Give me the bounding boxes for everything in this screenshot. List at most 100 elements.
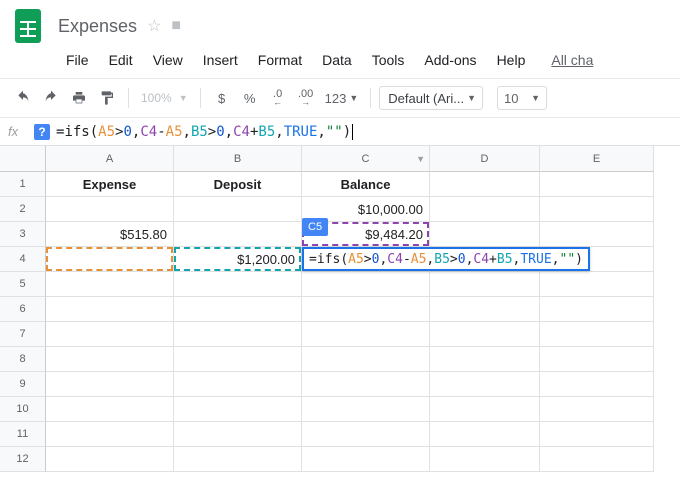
cell-D7[interactable]: [430, 322, 540, 347]
cell-C6[interactable]: [302, 297, 430, 322]
row-header-5[interactable]: 5: [0, 272, 46, 297]
menu-view[interactable]: View: [145, 50, 191, 70]
cell-E12[interactable]: [540, 447, 654, 472]
cell-D1[interactable]: [430, 172, 540, 197]
star-icon[interactable]: ☆: [147, 16, 161, 36]
cell-C11[interactable]: [302, 422, 430, 447]
cell-A5[interactable]: [46, 272, 174, 297]
row-header-7[interactable]: 7: [0, 322, 46, 347]
menu-file[interactable]: File: [58, 50, 97, 70]
fx-icon[interactable]: fx: [8, 124, 28, 139]
cell-C7[interactable]: [302, 322, 430, 347]
doc-title[interactable]: Expenses: [58, 16, 137, 37]
cell-D3[interactable]: [430, 222, 540, 247]
cell-E6[interactable]: [540, 297, 654, 322]
cell-B1[interactable]: Deposit: [174, 172, 302, 197]
row-header-11[interactable]: 11: [0, 422, 46, 447]
cell-E9[interactable]: [540, 372, 654, 397]
formula-help-icon[interactable]: ?: [34, 124, 50, 140]
cell-E5[interactable]: [540, 272, 654, 297]
cell-B7[interactable]: [174, 322, 302, 347]
cell-E3[interactable]: [540, 222, 654, 247]
chevron-down-icon[interactable]: ▼: [416, 154, 425, 164]
font-size-select[interactable]: 10▼: [497, 86, 547, 110]
cell-C8[interactable]: [302, 347, 430, 372]
row-header-6[interactable]: 6: [0, 297, 46, 322]
cell-A3[interactable]: $515.80: [46, 222, 174, 247]
more-formats-button[interactable]: 123▼: [321, 85, 363, 111]
row-header-3[interactable]: 3: [0, 222, 46, 247]
cell-B9[interactable]: [174, 372, 302, 397]
row-header-12[interactable]: 12: [0, 447, 46, 472]
print-button[interactable]: [66, 85, 92, 111]
row-header-9[interactable]: 9: [0, 372, 46, 397]
select-all-corner[interactable]: [0, 146, 46, 172]
active-cell-editor[interactable]: =ifs(A5>0,C4-A5,B5>0,C4+B5,TRUE,""): [302, 247, 590, 271]
cell-C5[interactable]: [302, 272, 430, 297]
cell-E7[interactable]: [540, 322, 654, 347]
cell-C9[interactable]: [302, 372, 430, 397]
cell-D5[interactable]: [430, 272, 540, 297]
menu-addons[interactable]: Add-ons: [416, 50, 484, 70]
menu-data[interactable]: Data: [314, 50, 360, 70]
cell-D9[interactable]: [430, 372, 540, 397]
cell-D8[interactable]: [430, 347, 540, 372]
cell-B3[interactable]: [174, 222, 302, 247]
cell-A6[interactable]: [46, 297, 174, 322]
cell-D10[interactable]: [430, 397, 540, 422]
cell-D11[interactable]: [430, 422, 540, 447]
col-header-C[interactable]: C▼: [302, 146, 430, 172]
row-header-10[interactable]: 10: [0, 397, 46, 422]
cell-E10[interactable]: [540, 397, 654, 422]
folder-icon[interactable]: ■: [171, 17, 181, 35]
cell-A12[interactable]: [46, 447, 174, 472]
menu-format[interactable]: Format: [250, 50, 310, 70]
col-header-E[interactable]: E: [540, 146, 654, 172]
cell-B12[interactable]: [174, 447, 302, 472]
paint-format-button[interactable]: [94, 85, 120, 111]
cell-E1[interactable]: [540, 172, 654, 197]
cell-A1[interactable]: Expense: [46, 172, 174, 197]
undo-button[interactable]: [10, 85, 36, 111]
cell-B10[interactable]: [174, 397, 302, 422]
cell-B8[interactable]: [174, 347, 302, 372]
row-header-8[interactable]: 8: [0, 347, 46, 372]
cell-D6[interactable]: [430, 297, 540, 322]
cell-C12[interactable]: [302, 447, 430, 472]
cell-B11[interactable]: [174, 422, 302, 447]
increase-decimal-button[interactable]: .00→: [293, 85, 319, 111]
menu-truncated[interactable]: All cha: [543, 50, 601, 70]
cell-D12[interactable]: [430, 447, 540, 472]
cell-E8[interactable]: [540, 347, 654, 372]
format-percent-button[interactable]: %: [237, 85, 263, 111]
font-family-select[interactable]: Default (Ari...▼: [379, 86, 483, 110]
menu-edit[interactable]: Edit: [101, 50, 141, 70]
decrease-decimal-button[interactable]: .0←: [265, 85, 291, 111]
cell-C1[interactable]: Balance: [302, 172, 430, 197]
col-header-D[interactable]: D: [430, 146, 540, 172]
cell-B6[interactable]: [174, 297, 302, 322]
format-currency-button[interactable]: $: [209, 85, 235, 111]
cell-A8[interactable]: [46, 347, 174, 372]
cell-A4[interactable]: [46, 247, 174, 272]
redo-button[interactable]: [38, 85, 64, 111]
cell-C10[interactable]: [302, 397, 430, 422]
cell-A2[interactable]: [46, 197, 174, 222]
cell-E11[interactable]: [540, 422, 654, 447]
menu-tools[interactable]: Tools: [364, 50, 413, 70]
col-header-B[interactable]: B: [174, 146, 302, 172]
menu-help[interactable]: Help: [489, 50, 534, 70]
sheets-logo[interactable]: [8, 6, 48, 46]
cell-A9[interactable]: [46, 372, 174, 397]
zoom-select[interactable]: 100%▼: [137, 85, 192, 111]
cell-B2[interactable]: [174, 197, 302, 222]
cell-E2[interactable]: [540, 197, 654, 222]
cell-B4[interactable]: $1,200.00: [174, 247, 302, 272]
menu-insert[interactable]: Insert: [195, 50, 246, 70]
row-header-4[interactable]: 4: [0, 247, 46, 272]
cell-A10[interactable]: [46, 397, 174, 422]
formula-input[interactable]: =ifs(A5>0,C4-A5,B5>0,C4+B5,TRUE,""): [56, 124, 353, 140]
row-header-1[interactable]: 1: [0, 172, 46, 197]
cell-B5[interactable]: [174, 272, 302, 297]
cell-D2[interactable]: [430, 197, 540, 222]
